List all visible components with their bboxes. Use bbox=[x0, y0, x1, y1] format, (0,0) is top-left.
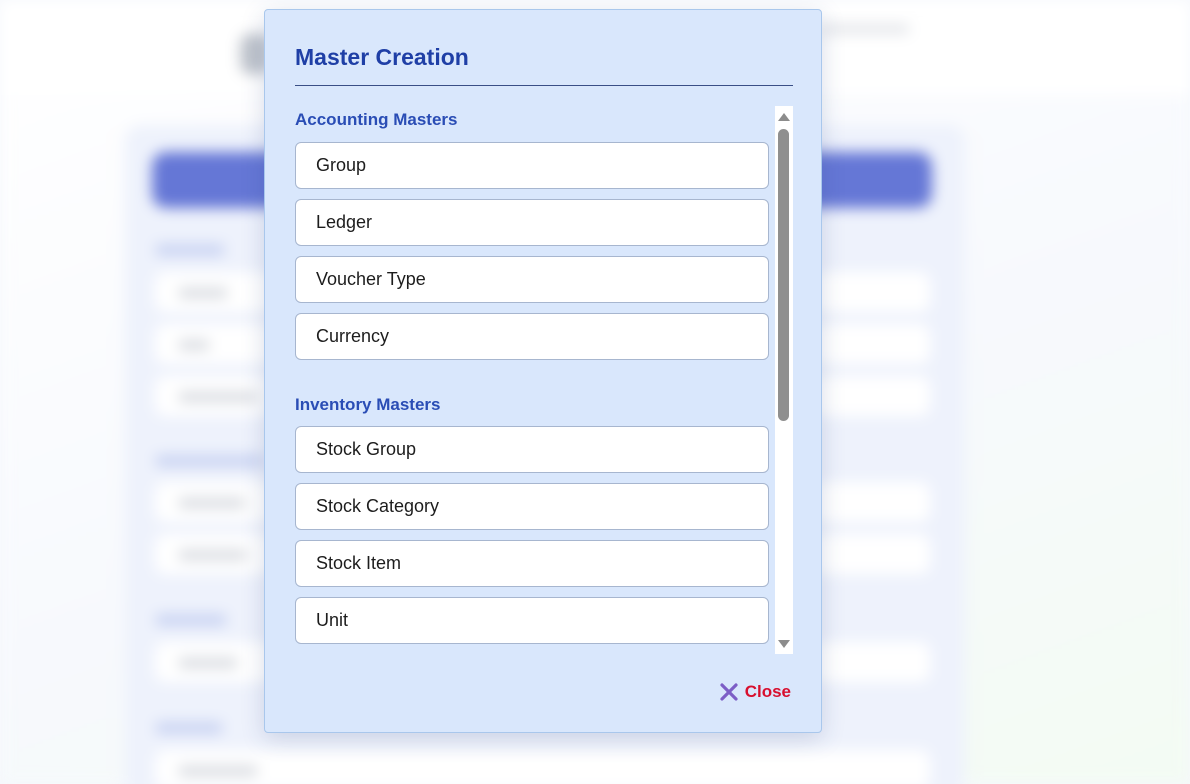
master-item-ledger[interactable]: Ledger bbox=[295, 199, 769, 246]
master-list-scroll-area[interactable]: Accounting Masters Group Ledger Voucher … bbox=[295, 106, 793, 654]
background-row-text bbox=[178, 766, 258, 776]
scroll-down-arrow-icon[interactable] bbox=[778, 640, 790, 648]
master-item-stock-group[interactable]: Stock Group bbox=[295, 426, 769, 473]
background-row-text bbox=[178, 658, 238, 668]
background-row-text bbox=[178, 392, 258, 402]
vertical-scrollbar[interactable] bbox=[775, 106, 793, 654]
title-divider bbox=[295, 85, 793, 86]
master-item-stock-category[interactable]: Stock Category bbox=[295, 483, 769, 530]
background-row-text bbox=[178, 498, 246, 508]
master-item-currency[interactable]: Currency bbox=[295, 313, 769, 360]
background-row-text bbox=[178, 340, 210, 350]
close-button[interactable]: Close bbox=[719, 680, 791, 704]
background-row-text bbox=[178, 288, 228, 298]
master-list: Accounting Masters Group Ledger Voucher … bbox=[295, 106, 769, 654]
master-creation-dialog: Master Creation Accounting Masters Group… bbox=[264, 9, 822, 733]
background-label bbox=[155, 614, 227, 626]
background-row bbox=[155, 750, 930, 784]
master-item-stock-item[interactable]: Stock Item bbox=[295, 540, 769, 587]
close-icon bbox=[719, 682, 739, 702]
close-label: Close bbox=[744, 682, 791, 701]
background-top-text bbox=[820, 24, 910, 34]
master-item-group[interactable]: Group bbox=[295, 142, 769, 189]
section-title-accounting-masters: Accounting Masters bbox=[295, 110, 458, 129]
background-label bbox=[155, 455, 265, 467]
background-label bbox=[155, 244, 225, 256]
background-row-text bbox=[178, 550, 248, 560]
section-title-inventory-masters: Inventory Masters bbox=[295, 395, 441, 414]
scroll-up-arrow-icon[interactable] bbox=[778, 113, 790, 121]
dialog-title: Master Creation bbox=[295, 44, 469, 70]
scrollbar-thumb[interactable] bbox=[778, 129, 789, 421]
master-item-voucher-type[interactable]: Voucher Type bbox=[295, 256, 769, 303]
background-label bbox=[155, 722, 223, 734]
master-item-unit[interactable]: Unit bbox=[295, 597, 769, 644]
